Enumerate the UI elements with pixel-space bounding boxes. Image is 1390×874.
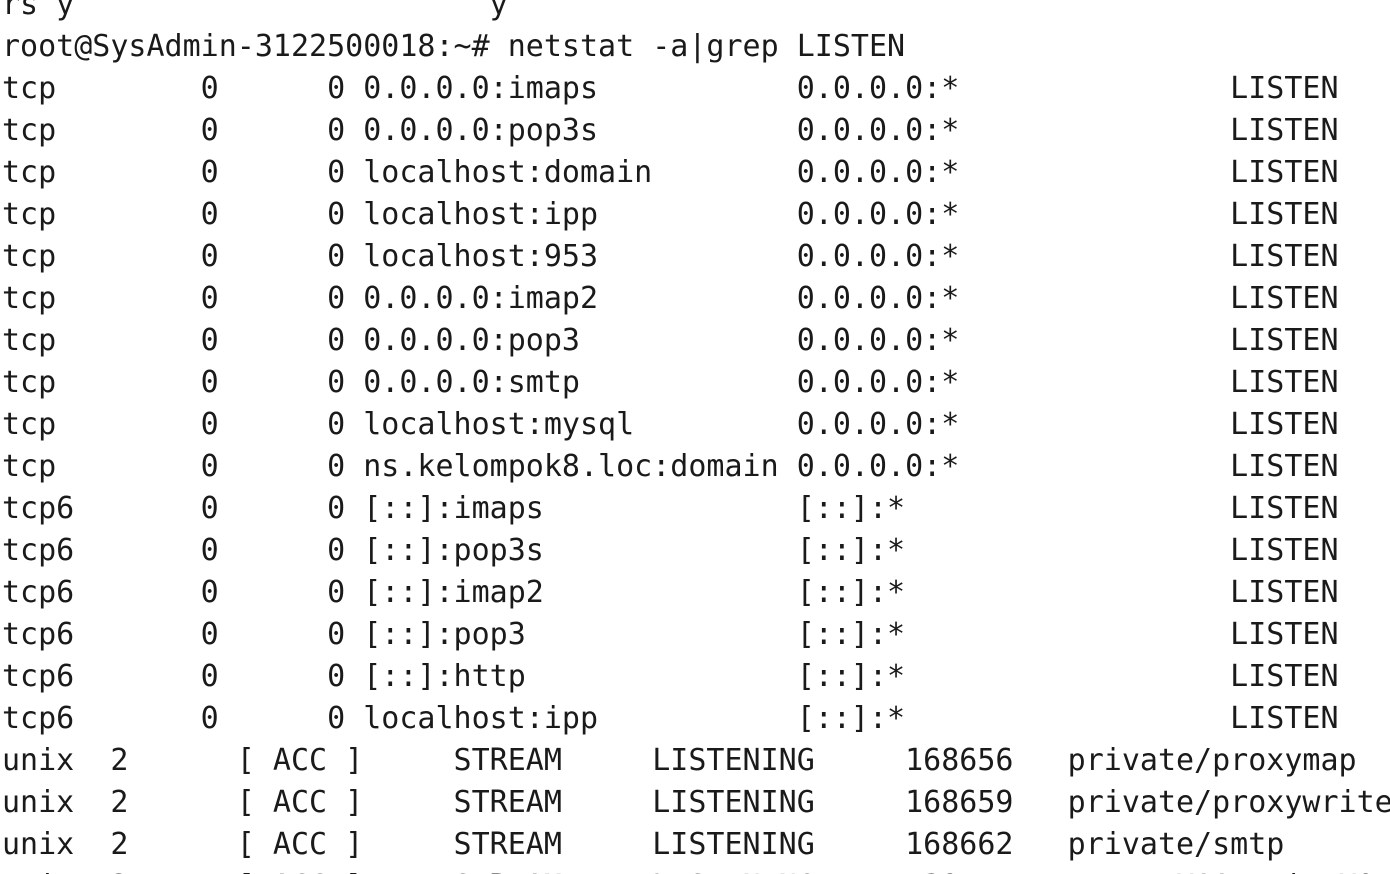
output-line: tcp 0 0 0.0.0.0:pop3 0.0.0.0:* LISTEN bbox=[2, 323, 1339, 358]
previous-output-line: rs y y bbox=[2, 0, 508, 22]
output-line: tcp6 0 0 [::]:pop3 [::]:* LISTEN bbox=[2, 617, 1339, 652]
output-line: unix 2 [ ACC ] STREAM LISTENING 168662 p… bbox=[2, 827, 1285, 862]
output-line: tcp 0 0 localhost:953 0.0.0.0:* LISTEN bbox=[2, 239, 1339, 274]
output-line: unix 2 [ ACC ] STREAM LISTENING 168656 p… bbox=[2, 743, 1357, 778]
terminal-output: rs y y root@SysAdmin-3122500018:~# netst… bbox=[0, 0, 1390, 874]
output-line: tcp6 0 0 localhost:ipp [::]:* LISTEN bbox=[2, 701, 1339, 736]
output-line: tcp 0 0 0.0.0.0:smtp 0.0.0.0:* LISTEN bbox=[2, 365, 1339, 400]
netstat-output: tcp 0 0 0.0.0.0:imaps 0.0.0.0:* LISTEN tc… bbox=[0, 68, 1390, 874]
output-line: tcp 0 0 0.0.0.0:imaps 0.0.0.0:* LISTEN bbox=[2, 71, 1339, 106]
shell-prompt: root@SysAdmin-3122500018:~# bbox=[2, 29, 508, 64]
output-line: tcp6 0 0 [::]:http [::]:* LISTEN bbox=[2, 659, 1339, 694]
terminal-window[interactable]: rs y y root@SysAdmin-3122500018:~# netst… bbox=[0, 0, 1390, 874]
output-line: unix 2 [ ACC ] STREAM LISTENING 168659 p… bbox=[2, 785, 1390, 820]
output-line: tcp6 0 0 [::]:pop3s [::]:* LISTEN bbox=[2, 533, 1339, 568]
output-line: tcp 0 0 0.0.0.0:imap2 0.0.0.0:* LISTEN bbox=[2, 281, 1339, 316]
output-line: unix 2 [ ACC ] STREAM LISTENING 73955 /t… bbox=[0, 866, 1390, 874]
output-line: tcp 0 0 localhost:ipp 0.0.0.0:* LISTEN bbox=[2, 197, 1339, 232]
output-line: tcp 0 0 localhost:domain 0.0.0.0:* LISTE… bbox=[2, 155, 1339, 190]
output-line: tcp6 0 0 [::]:imap2 [::]:* LISTEN bbox=[2, 575, 1339, 610]
output-line: tcp 0 0 0.0.0.0:pop3s 0.0.0.0:* LISTEN bbox=[2, 113, 1339, 148]
command-line: root@SysAdmin-3122500018:~# netstat -a|g… bbox=[0, 26, 1390, 68]
output-line: tcp6 0 0 [::]:imaps [::]:* LISTEN bbox=[2, 491, 1339, 526]
output-line: tcp 0 0 ns.kelompok8.loc:domain 0.0.0.0:… bbox=[2, 449, 1339, 484]
command-text: netstat -a|grep LISTEN bbox=[507, 29, 906, 64]
output-line: tcp 0 0 localhost:mysql 0.0.0.0:* LISTEN bbox=[2, 407, 1339, 442]
